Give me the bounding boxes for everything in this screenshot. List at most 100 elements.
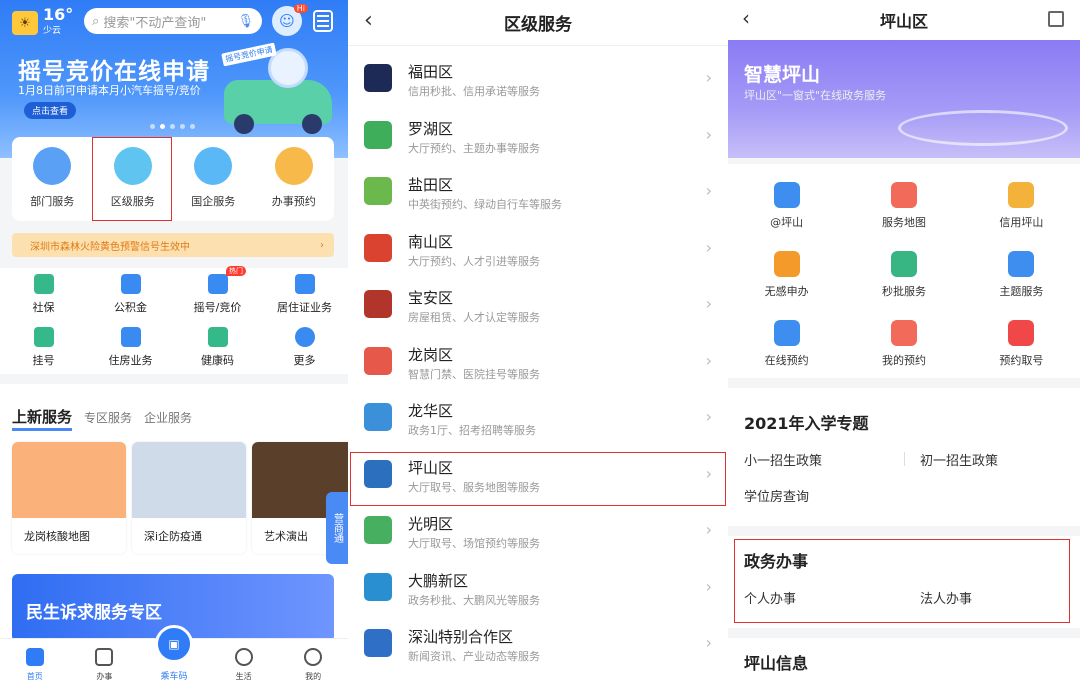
tab-label: 首页 — [26, 672, 43, 681]
chevron-right-icon: › — [705, 181, 712, 200]
chevron-right-icon: › — [705, 124, 712, 144]
district-row[interactable]: 盐田区 中英街预约、绿动自行车等服务 › — [348, 165, 728, 221]
grid-item-housing[interactable]: 住房业务 — [87, 321, 174, 374]
highlight-box — [734, 539, 1070, 623]
weather-widget[interactable]: ☀ 16° 少云 — [12, 7, 73, 39]
nav-bar: ‹ 坪山区 — [728, 0, 1080, 40]
chevron-right-icon: › — [705, 237, 712, 257]
car-icon — [207, 274, 228, 294]
service-item[interactable]: 在线预约 — [728, 309, 845, 378]
weather-icon: ☀ — [12, 11, 38, 35]
link-junior-enrollment[interactable]: 初一招生政策 — [920, 450, 998, 469]
district-name: 龙华区 — [408, 402, 454, 420]
weather-temp: 16° — [43, 5, 74, 24]
search-input[interactable]: ⌕ 搜索"不动产查询" 🎙 — [84, 8, 262, 34]
back-chevron-icon[interactable]: ‹ — [364, 8, 373, 33]
district-name: 罗湖区 — [408, 119, 454, 138]
service-label: 在线预约 — [764, 353, 809, 367]
news-caption: 深i企防疫通 — [144, 530, 203, 543]
service-icon — [890, 182, 917, 209]
service-item[interactable]: 预约取号 — [963, 309, 1080, 378]
share-icon[interactable] — [1048, 11, 1064, 27]
news-card[interactable]: 深i企防疫通 — [132, 442, 246, 554]
grid-item-more[interactable]: 更多 — [261, 321, 348, 374]
service-item[interactable]: 服务地图 — [845, 172, 962, 241]
grid-item-car-lottery[interactable]: 摇号/竞价 热门 — [174, 266, 261, 321]
district-row[interactable]: 南山区 大厅预约、人才引进等服务 › — [348, 222, 728, 278]
carousel-dots[interactable] — [150, 124, 195, 129]
back-chevron-icon[interactable]: ‹ — [742, 6, 750, 30]
tab-enterprise-services[interactable]: 企业服务 — [144, 409, 192, 426]
link-primary-enrollment[interactable]: 小一招生政策 — [744, 450, 822, 469]
side-tab[interactable]: 营商通 — [326, 492, 348, 564]
chevron-right-icon: › — [705, 633, 712, 652]
service-item[interactable]: @坪山 — [728, 172, 845, 241]
news-card[interactable]: 龙岗核酸地图 — [12, 442, 126, 554]
service-item[interactable]: 无感申办 — [728, 241, 845, 310]
quick-item-soe[interactable]: 国企服务 — [173, 137, 254, 221]
grid-item-social-security[interactable]: 社保 — [0, 268, 87, 321]
tab-affairs[interactable]: 办事 — [70, 639, 140, 688]
news-image — [132, 442, 246, 518]
stadium-illustration — [898, 110, 1068, 146]
district-row[interactable]: 光明区 大厅取号、场馆预约等服务 › — [348, 504, 728, 560]
warning-bar[interactable]: 深圳市森林火险黄色预警信号生效中 › — [12, 233, 334, 257]
section-title: 2021年入学专题 — [744, 414, 869, 433]
quick-label: 区级服务 — [110, 195, 155, 208]
service-item[interactable]: 主题服务 — [963, 241, 1080, 310]
grid-label: 摇号/竞价 — [193, 301, 242, 314]
district-desc: 房屋租赁、人才认定等服务 — [408, 311, 540, 324]
quick-item-district[interactable]: 区级服务 — [93, 137, 174, 221]
service-item[interactable]: 秒批服务 — [845, 241, 962, 310]
quick-label: 国企服务 — [191, 195, 236, 208]
service-label: 秒批服务 — [881, 284, 926, 298]
grid-item-registration[interactable]: 挂号 — [0, 321, 87, 374]
highlight-box — [350, 452, 726, 506]
menu-icon[interactable] — [313, 10, 333, 32]
service-grid: 社保 公积金 摇号/竞价 热门 居住证业务 挂号 住房业务 健康码 更多 — [0, 266, 348, 374]
banner-title: 摇号竞价在线申请 — [18, 59, 210, 85]
district-row[interactable]: 龙岗区 智慧门禁、医院挂号等服务 › — [348, 335, 728, 391]
district-row[interactable]: 龙华区 政务1厅、招考招聘等服务 › — [348, 391, 728, 447]
section-tabs: 上新服务 专区服务 企业服务 — [12, 406, 192, 431]
district-name: 盐田区 — [408, 176, 454, 194]
grid-item-health-code[interactable]: 健康码 — [174, 321, 261, 374]
nav-bar: ‹ 区级服务 — [348, 0, 728, 46]
house-yen-icon — [120, 274, 141, 294]
service-label: 主题服务 — [999, 284, 1044, 298]
divider — [904, 452, 905, 466]
robot-badge: Hi — [293, 4, 308, 13]
tab-label: 我的 — [305, 672, 322, 681]
quick-item-appointment[interactable]: 办事预约 — [254, 137, 335, 221]
soe-icon — [194, 147, 233, 185]
district-desc: 大厅预约、人才引进等服务 — [408, 254, 540, 268]
district-logo-icon — [364, 572, 392, 601]
grid-item-residence-permit[interactable]: 居住证业务 — [261, 268, 348, 321]
quick-item-dept[interactable]: 部门服务 — [12, 137, 93, 221]
district-row[interactable]: 深汕特别合作区 新闻资讯、产业动态等服务 › — [348, 617, 728, 673]
pingshan-screen: ‹ 坪山区 智慧坪山 坪山区"一窗式"在线政务服务 @坪山 服务地图 信用坪山 无感申… — [728, 0, 1080, 688]
service-item[interactable]: 信用坪山 — [963, 172, 1080, 241]
district-row[interactable]: 罗湖区大厅预约、主题办事等服务 › — [348, 109, 728, 165]
tab-zone-services[interactable]: 专区服务 — [84, 409, 132, 426]
district-logo-icon — [364, 120, 392, 149]
tab-mine[interactable]: 我的 — [278, 639, 348, 688]
district-row[interactable]: 宝安区 房屋租赁、人才认定等服务 › — [348, 278, 728, 334]
tab-ride-code[interactable]: ▣ 乘车码 — [139, 625, 209, 688]
district-desc: 大厅预约、主题办事等服务 — [408, 141, 540, 155]
tab-home[interactable]: 首页 — [0, 639, 70, 688]
mic-icon[interactable]: 🎙 — [237, 14, 254, 29]
banner-subtitle: 1月8日前可申请本月小汽车摇号/竞价 — [18, 84, 201, 97]
grid-item-housing-fund[interactable]: 公积金 — [87, 268, 174, 321]
section-title: 坪山信息 — [744, 654, 809, 673]
assistant-robot-icon[interactable]: ☺ Hi — [272, 4, 308, 36]
service-label: @坪山 — [770, 216, 804, 230]
home-banner[interactable]: ☀ 16° 少云 ⌕ 搜索"不动产查询" 🎙 ☺ Hi 摇号竞价在线申请 1月8日前… — [0, 0, 348, 158]
banner-button[interactable]: 点击查看 — [24, 102, 76, 119]
district-row[interactable]: 福田区 信用秒批、信用承诺等服务 › — [348, 52, 728, 108]
tab-life[interactable]: 生活 — [209, 639, 279, 688]
district-row[interactable]: 大鹏新区 政务秒批、大鹏风光等服务 › — [348, 561, 728, 617]
tab-new-services[interactable]: 上新服务 — [12, 406, 73, 431]
service-item[interactable]: 我的预约 — [845, 309, 962, 378]
link-school-district-query[interactable]: 学位房查询 — [744, 486, 809, 505]
